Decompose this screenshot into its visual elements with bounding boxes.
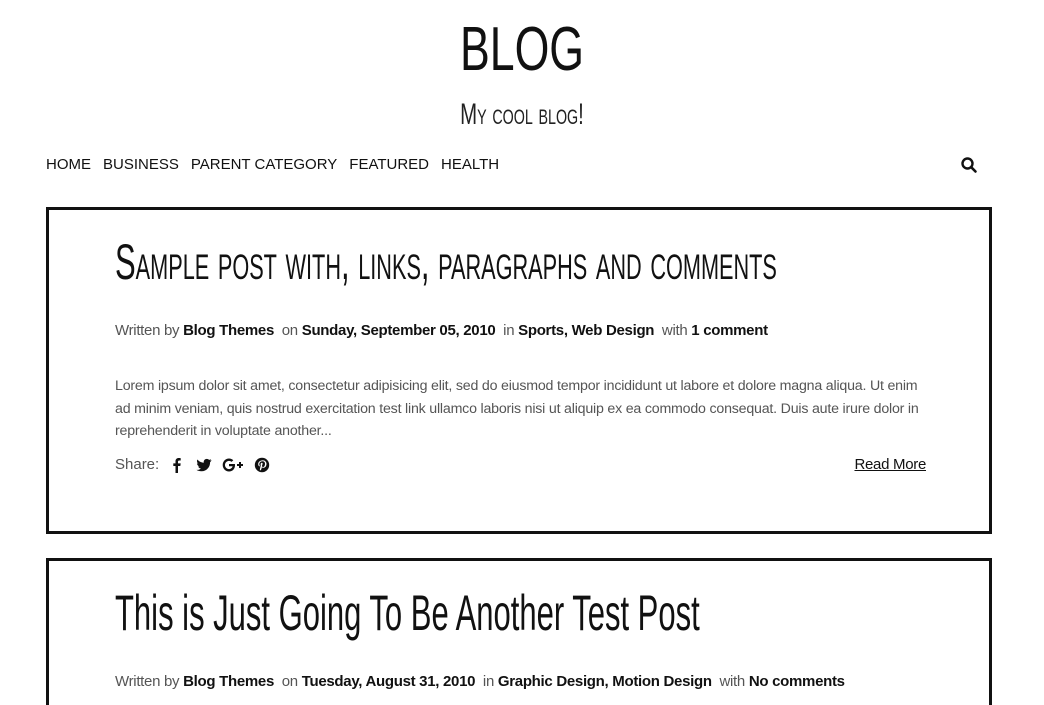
meta-written-by: Written by [115,322,180,339]
meta-with: with [719,673,745,690]
pinterest-icon[interactable] [253,457,271,473]
google-plus-icon[interactable] [222,457,244,473]
nav-item-parent-category[interactable]: PARENT CATEGORY [191,154,337,176]
main-nav: HOME BUSINESS PARENT CATEGORY FEATURED H… [46,154,499,176]
post-date-link[interactable]: Sunday, September 05, 2010 [302,322,496,339]
post-meta: Written by Blog Themes on Sunday, Septem… [115,322,768,339]
post-category-link[interactable]: Graphic Design [498,673,605,690]
post-author-link[interactable]: Blog Themes [183,322,274,339]
site-title[interactable]: BLOG [146,14,898,86]
meta-with: with [661,322,688,339]
meta-on: on [281,673,298,690]
nav-item-business[interactable]: BUSINESS [103,154,179,176]
nav-item-home[interactable]: HOME [46,154,91,176]
post-category-link[interactable]: Sports [518,322,564,339]
post-card: Sample post with, links, paragraphs and … [46,207,992,534]
post-comments-link[interactable]: No comments [749,673,845,690]
search-icon[interactable] [960,156,978,174]
meta-on: on [281,322,298,339]
facebook-icon[interactable] [168,457,186,473]
post-excerpt: Lorem ipsum dolor sit amet, consectetur … [115,378,919,439]
nav-item-health[interactable]: HEALTH [441,154,499,176]
post-category-link[interactable]: Web Design [572,322,655,339]
read-more-link[interactable]: Read More [854,456,926,473]
post-title[interactable]: This is Just Going To Be Another Test Po… [115,583,700,643]
site-tagline: My cool blog! [460,98,584,131]
twitter-icon[interactable] [195,457,213,473]
share-row: Share: [115,456,271,473]
share-label: Share: [115,456,160,473]
post-card: This is Just Going To Be Another Test Po… [46,558,992,705]
post-comments-link[interactable]: 1 comment [691,322,768,339]
post-meta: Written by Blog Themes on Tuesday, Augus… [115,673,845,690]
meta-in: in [482,673,494,690]
post-date-link[interactable]: Tuesday, August 31, 2010 [302,673,476,690]
post-author-link[interactable]: Blog Themes [183,673,274,690]
post-category-link[interactable]: Motion Design [612,673,712,690]
post-title[interactable]: Sample post with, links, paragraphs and … [115,232,777,292]
meta-written-by: Written by [115,673,180,690]
meta-in: in [503,322,515,339]
nav-item-featured[interactable]: FEATURED [349,154,429,176]
